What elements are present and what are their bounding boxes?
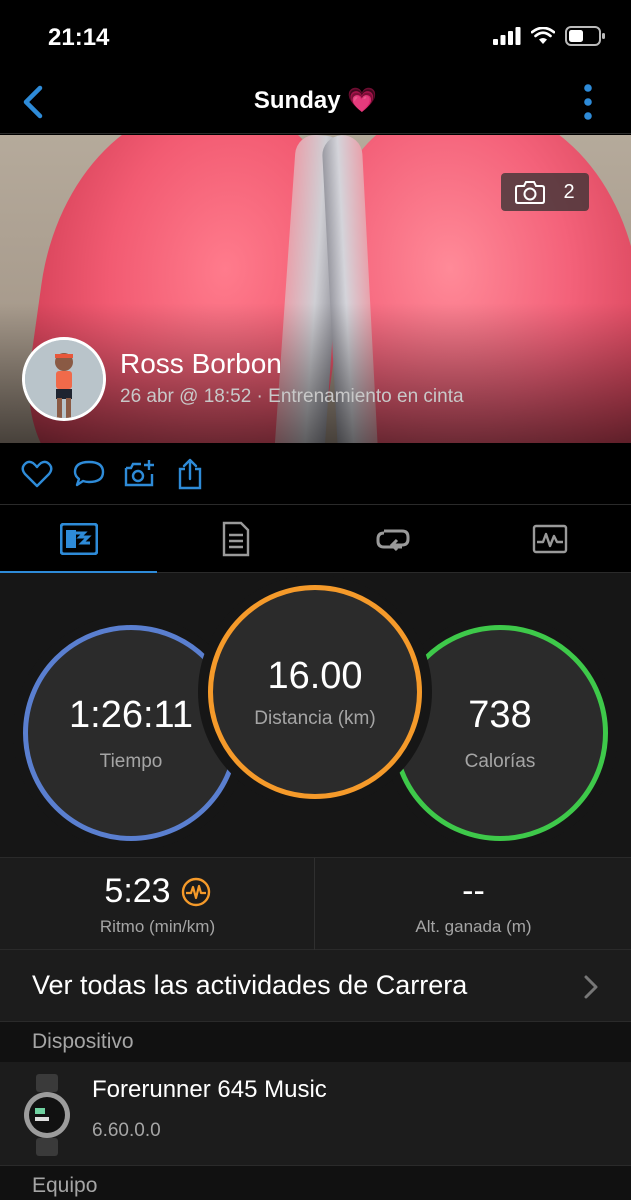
more-vertical-icon[interactable] xyxy=(581,82,595,122)
equipment-section-header: Equipo xyxy=(0,1166,631,1200)
tab-overview[interactable] xyxy=(0,505,157,574)
all-running-activities-link[interactable]: Ver todas las actividades de Carrera xyxy=(0,950,631,1022)
chevron-right-icon xyxy=(584,975,598,999)
calories-label: Calorías xyxy=(464,750,536,772)
time-ring: 1:26:11 Tiempo xyxy=(23,625,239,841)
device-name: Forerunner 645 Music xyxy=(92,1076,327,1103)
action-bar xyxy=(0,443,631,505)
add-photo-icon[interactable] xyxy=(122,457,156,491)
tab-laps[interactable] xyxy=(314,505,471,573)
time-label: Tiempo xyxy=(99,750,163,772)
comment-icon[interactable] xyxy=(72,457,106,491)
all-activities-label: Ver todas las actividades de Carrera xyxy=(32,970,468,1000)
elevation-label: Alt. ganada (m) xyxy=(415,917,532,936)
photo-count-badge[interactable]: 2 xyxy=(501,173,589,211)
runner-avatar-image xyxy=(25,340,103,418)
distance-ring: 16.00 Distancia (km) xyxy=(208,585,422,799)
device-row[interactable]: Forerunner 645 Music 6.60.0.0 xyxy=(0,1062,631,1166)
battery-icon xyxy=(565,26,605,46)
tab-charts[interactable] xyxy=(471,505,628,573)
time-value: 1:26:11 xyxy=(69,693,193,736)
status-bar: 21:14 xyxy=(0,0,631,70)
calories-value: 738 xyxy=(468,693,532,736)
wifi-icon xyxy=(531,27,555,44)
tab-bar xyxy=(0,505,631,574)
pace-label: Ritmo (min/km) xyxy=(99,917,216,936)
heart-icon[interactable] xyxy=(20,457,54,491)
camera-icon xyxy=(515,181,546,204)
status-icons xyxy=(493,26,605,46)
overview-tab-icon xyxy=(59,523,98,555)
chart-tab-icon xyxy=(532,524,567,554)
device-version: 6.60.0.0 xyxy=(92,1120,161,1141)
share-icon[interactable] xyxy=(173,457,207,491)
elevation-value: -- xyxy=(462,872,485,910)
user-name[interactable]: Ross Borbon xyxy=(120,348,282,380)
distance-label: Distancia (km) xyxy=(254,707,376,729)
laps-tab-icon xyxy=(376,529,409,552)
metric-divider xyxy=(314,858,315,950)
nav-bar: Sunday 💗 xyxy=(0,70,631,134)
activity-meta: 26 abr @ 18:52 · Entrenamiento en cinta xyxy=(120,386,464,407)
signal-icon xyxy=(493,27,521,45)
document-tab-icon xyxy=(222,521,249,557)
tab-stats[interactable] xyxy=(157,505,314,573)
equipment-section-title: Equipo xyxy=(32,1174,98,1197)
summary-stats: 1:26:11 Tiempo 738 Calorías 16.00 Distan… xyxy=(0,573,631,858)
distance-value: 16.00 xyxy=(267,654,363,697)
pace-value: 5:23 xyxy=(104,872,171,910)
page-title: Sunday 💗 xyxy=(253,87,378,114)
watch-icon xyxy=(24,1074,70,1156)
pace-metric: 5:23 Ritmo (min/km) xyxy=(0,858,315,950)
status-time: 21:14 xyxy=(48,24,110,51)
photo-count-value: 2 xyxy=(563,180,575,203)
metrics-row: 5:23 Ritmo (min/km) -- Alt. ganada (m) xyxy=(0,858,631,950)
pace-zone-icon xyxy=(181,877,210,906)
avatar[interactable] xyxy=(22,337,106,421)
elevation-metric: -- Alt. ganada (m) xyxy=(316,858,631,950)
device-section-header: Dispositivo xyxy=(0,1022,631,1062)
device-section-title: Dispositivo xyxy=(32,1030,134,1053)
calories-ring: 738 Calorías xyxy=(392,625,608,841)
